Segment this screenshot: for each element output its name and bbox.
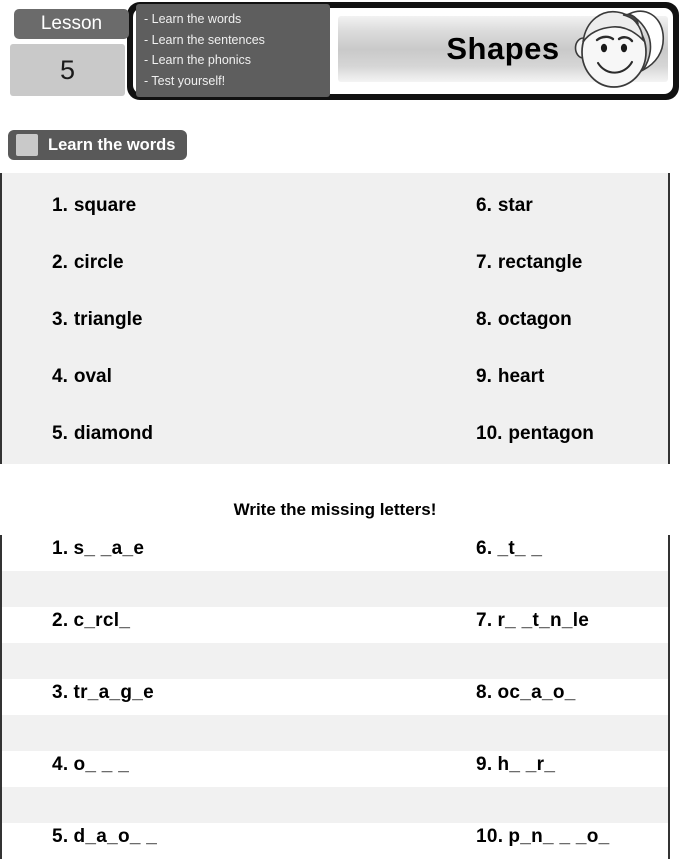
exercise-item-number: 9.: [476, 754, 493, 775]
list-item-number: 10.: [476, 423, 503, 444]
list-item-number: 6.: [476, 195, 492, 216]
exercise-item-number: 4.: [52, 754, 69, 775]
exercise-item-prompt: o_ _ _: [73, 754, 130, 775]
vocabulary-column-left: 1. square 2. circle 3. triangle 4. oval …: [52, 195, 153, 480]
exercise-item-number: 3.: [52, 682, 69, 703]
exercise-item-prompt: h_ _r_: [497, 754, 556, 775]
table-row-spacer: [2, 787, 668, 823]
exercise-item-number: 6.: [476, 538, 493, 559]
exercise-item[interactable]: 6. _t_ _: [476, 538, 542, 560]
list-item-label: circle: [73, 252, 124, 273]
table-row-spacer: [2, 715, 668, 751]
list-item-label: heart: [497, 366, 545, 387]
table-row-spacer: [2, 571, 668, 607]
vocabulary-panel: 1. square 2. circle 3. triangle 4. oval …: [0, 173, 670, 464]
list-item-number: 3.: [52, 309, 68, 330]
list-item: 6. star: [476, 195, 594, 252]
objective-item: - Learn the words: [144, 12, 242, 26]
table-row: 3. tr_a_g_e 8. oc_a_o_: [2, 679, 668, 715]
exercise-table: 1. s_ _a_e 6. _t_ _ 2. c_rcl_ 7. r_ _t_n_le …: [0, 535, 670, 859]
list-item-number: 8.: [476, 309, 492, 330]
exercise-item-number: 10.: [476, 826, 504, 847]
exercise-item-prompt: tr_a_g_e: [73, 682, 155, 703]
lesson-header-banner: Shapes - Learn the words - Learn the sen…: [0, 0, 683, 112]
objective-item: - Learn the phonics: [144, 53, 252, 67]
exercise-item-prompt: oc_a_o_: [497, 682, 576, 703]
girl-face-icon: [567, 2, 677, 98]
exercise-item[interactable]: 3. tr_a_g_e: [52, 682, 154, 704]
exercise-item-number: 8.: [476, 682, 493, 703]
exercise-item[interactable]: 4. o_ _ _: [52, 754, 129, 776]
exercise-item[interactable]: 5. d_a_o_ _: [52, 826, 157, 848]
exercise-item[interactable]: 1. s_ _a_e: [52, 538, 144, 560]
exercise-item-prompt: d_a_o_ _: [73, 826, 158, 847]
list-item-label: rectangle: [497, 252, 583, 273]
list-item: 3. triangle: [52, 309, 153, 366]
exercise-item[interactable]: 7. r_ _t_n_le: [476, 610, 589, 632]
list-item: 5. diamond: [52, 423, 153, 480]
list-item-number: 9.: [476, 366, 492, 387]
table-row-spacer: [2, 643, 668, 679]
list-item: 10. pentagon: [476, 423, 594, 480]
table-row: 5. d_a_o_ _ 10. p_n_ _ _o_: [2, 823, 668, 859]
list-item-label: octagon: [497, 309, 572, 330]
exercise-item-number: 7.: [476, 610, 493, 631]
lesson-label: Lesson: [14, 9, 129, 39]
vocabulary-column-right: 6. star 7. rectangle 8. octagon 9. heart…: [476, 195, 594, 480]
exercise-item[interactable]: 9. h_ _r_: [476, 754, 555, 776]
objective-item: - Test yourself!: [144, 73, 226, 88]
list-item-number: 7.: [476, 252, 492, 273]
list-item: 4. oval: [52, 366, 153, 423]
table-row: 1. s_ _a_e 6. _t_ _: [2, 535, 668, 571]
list-item: 8. octagon: [476, 309, 594, 366]
exercise-item-prompt: s_ _a_e: [73, 538, 145, 559]
exercise-item-prompt: r_ _t_n_le: [497, 610, 590, 631]
objective-item: - Learn the sentences: [144, 32, 265, 47]
list-item-number: 4.: [52, 366, 68, 387]
exercise-item-prompt: _t_ _: [497, 538, 543, 559]
exercise-item-number: 5.: [52, 826, 69, 847]
list-item: 9. heart: [476, 366, 594, 423]
lesson-number: 5: [10, 44, 125, 96]
list-item-label: pentagon: [508, 423, 594, 444]
table-row: 2. c_rcl_ 7. r_ _t_n_le: [2, 607, 668, 643]
list-item-label: square: [73, 195, 137, 216]
list-item-number: 2.: [52, 252, 68, 273]
list-item: 2. circle: [52, 252, 153, 309]
list-item: 1. square: [52, 195, 153, 252]
exercise-item-number: 2.: [52, 610, 69, 631]
exercise-item[interactable]: 10. p_n_ _ _o_: [476, 826, 610, 848]
list-item-label: oval: [73, 366, 112, 387]
exercise-instruction: Write the missing letters!: [233, 500, 437, 519]
table-row: 4. o_ _ _ 9. h_ _r_: [2, 751, 668, 787]
section-heading-label: Learn the words: [48, 135, 176, 154]
list-item-number: 1.: [52, 195, 68, 216]
exercise-item-number: 1.: [52, 538, 69, 559]
list-item-number: 5.: [52, 423, 68, 444]
exercise-item-prompt: c_rcl_: [73, 610, 131, 631]
exercise-item-prompt: p_n_ _ _o_: [508, 826, 610, 847]
section-heading-learn-the-words: Learn the words: [8, 130, 188, 160]
exercise-item[interactable]: 2. c_rcl_: [52, 610, 130, 632]
list-item-label: triangle: [73, 309, 143, 330]
list-item: 7. rectangle: [476, 252, 594, 309]
list-item-label: diamond: [73, 423, 154, 444]
square-marker-icon: [16, 134, 38, 156]
exercise-item[interactable]: 8. oc_a_o_: [476, 682, 576, 704]
list-item-label: star: [497, 195, 533, 216]
lesson-objectives-panel: - Learn the words - Learn the sentences …: [136, 4, 330, 97]
